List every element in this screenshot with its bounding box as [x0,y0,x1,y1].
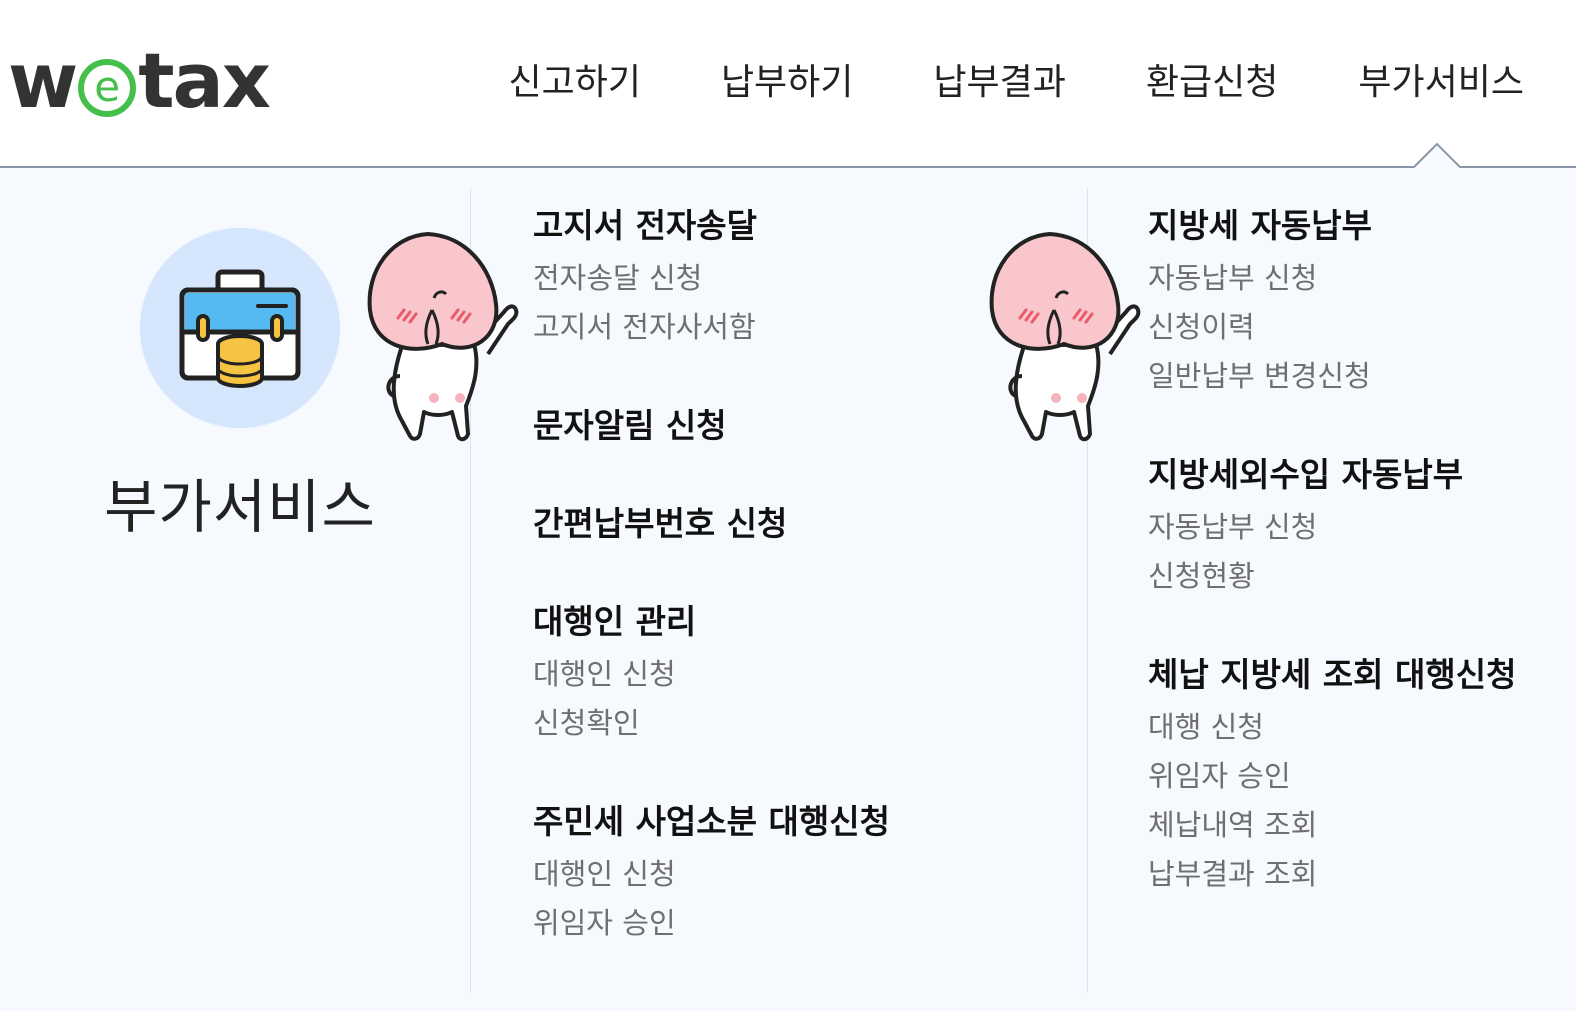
peach-character-icon [989,231,1141,442]
header: w e tax 신고하기 납부하기 납부결과 환급신청 부가서비스 [0,0,1576,167]
submenu-item[interactable]: 대행 신청 [1148,703,1516,752]
group-title[interactable]: 고지서 전자송달 [533,198,890,254]
logo-w: w [8,35,78,125]
gnb-refund[interactable]: 환급신청 [1146,55,1278,111]
submenu-item[interactable]: 위임자 승인 [1148,752,1516,801]
submenu-item[interactable]: 자동납부 신청 [1148,254,1516,303]
peach-character-icon [367,231,519,442]
mega-menu-panel: 부가서비스 고지서 전자송달 전자송달 신청 고지서 전자사서함 문자알림 신청… [0,168,1576,1011]
menu-group-delinquent-tax-agent: 체납 지방세 조회 대행신청 대행 신청 위임자 승인 체납내역 조회 납부결과… [1148,647,1516,899]
submenu-item[interactable]: 자동납부 신청 [1148,503,1516,552]
submenu-item[interactable]: 신청확인 [533,699,890,748]
group-title[interactable]: 문자알림 신청 [533,398,890,454]
menu-group-non-tax-auto-pay: 지방세외수입 자동납부 자동납부 신청 신청현황 [1148,447,1516,601]
menu-group-simple-payment-number: 간편납부번호 신청 [533,496,890,552]
section-icon-circle [140,228,340,428]
menu-group-resident-tax-agent: 주민세 사업소분 대행신청 대행인 신청 위임자 승인 [533,794,890,948]
gnb-report[interactable]: 신고하기 [508,55,640,111]
logo-e-ring: e [78,59,137,117]
submenu-item[interactable]: 전자송달 신청 [533,254,890,303]
group-title[interactable]: 체납 지방세 조회 대행신청 [1148,647,1516,703]
menu-column-1: 고지서 전자송달 전자송달 신청 고지서 전자사서함 문자알림 신청 간편납부번… [533,198,890,948]
group-title[interactable]: 지방세 자동납부 [1148,198,1516,254]
section-title: 부가서비스 [104,473,376,541]
logo-e: e [94,62,121,111]
gnb-payment[interactable]: 납부하기 [721,55,853,111]
menu-column-2: 지방세 자동납부 자동납부 신청 신청이력 일반납부 변경신청 지방세외수입 자… [1148,198,1516,899]
group-title[interactable]: 주민세 사업소분 대행신청 [533,794,890,850]
group-title[interactable]: 지방세외수입 자동납부 [1148,447,1516,503]
submenu-item[interactable]: 고지서 전자사서함 [533,303,890,352]
menu-group-local-tax-auto-pay: 지방세 자동납부 자동납부 신청 신청이력 일반납부 변경신청 [1148,198,1516,401]
menu-group-agent-management: 대행인 관리 대행인 신청 신청확인 [533,594,890,748]
submenu-item[interactable]: 대행인 신청 [533,650,890,699]
submenu-item[interactable]: 신청현황 [1148,552,1516,601]
submenu-item[interactable]: 위임자 승인 [533,899,890,948]
wetax-logo[interactable]: w e tax [8,36,271,125]
submenu-item[interactable]: 납부결과 조회 [1148,850,1516,899]
global-nav: 신고하기 납부하기 납부결과 환급신청 부가서비스 [508,55,1524,111]
logo-tax: tax [138,35,271,125]
group-title[interactable]: 간편납부번호 신청 [533,496,890,552]
submenu-item[interactable]: 일반납부 변경신청 [1148,352,1516,401]
submenu-item[interactable]: 대행인 신청 [533,850,890,899]
gnb-payment-result[interactable]: 납부결과 [933,55,1065,111]
menu-group-sms-alert: 문자알림 신청 [533,398,890,454]
menu-group-e-delivery: 고지서 전자송달 전자송달 신청 고지서 전자사서함 [533,198,890,352]
submenu-item[interactable]: 체납내역 조회 [1148,801,1516,850]
gnb-extra-services[interactable]: 부가서비스 [1358,55,1524,111]
toolbox-coins-icon [179,269,301,388]
submenu-item[interactable]: 신청이력 [1148,303,1516,352]
active-menu-caret-icon [1414,142,1460,168]
group-title[interactable]: 대행인 관리 [533,594,890,650]
